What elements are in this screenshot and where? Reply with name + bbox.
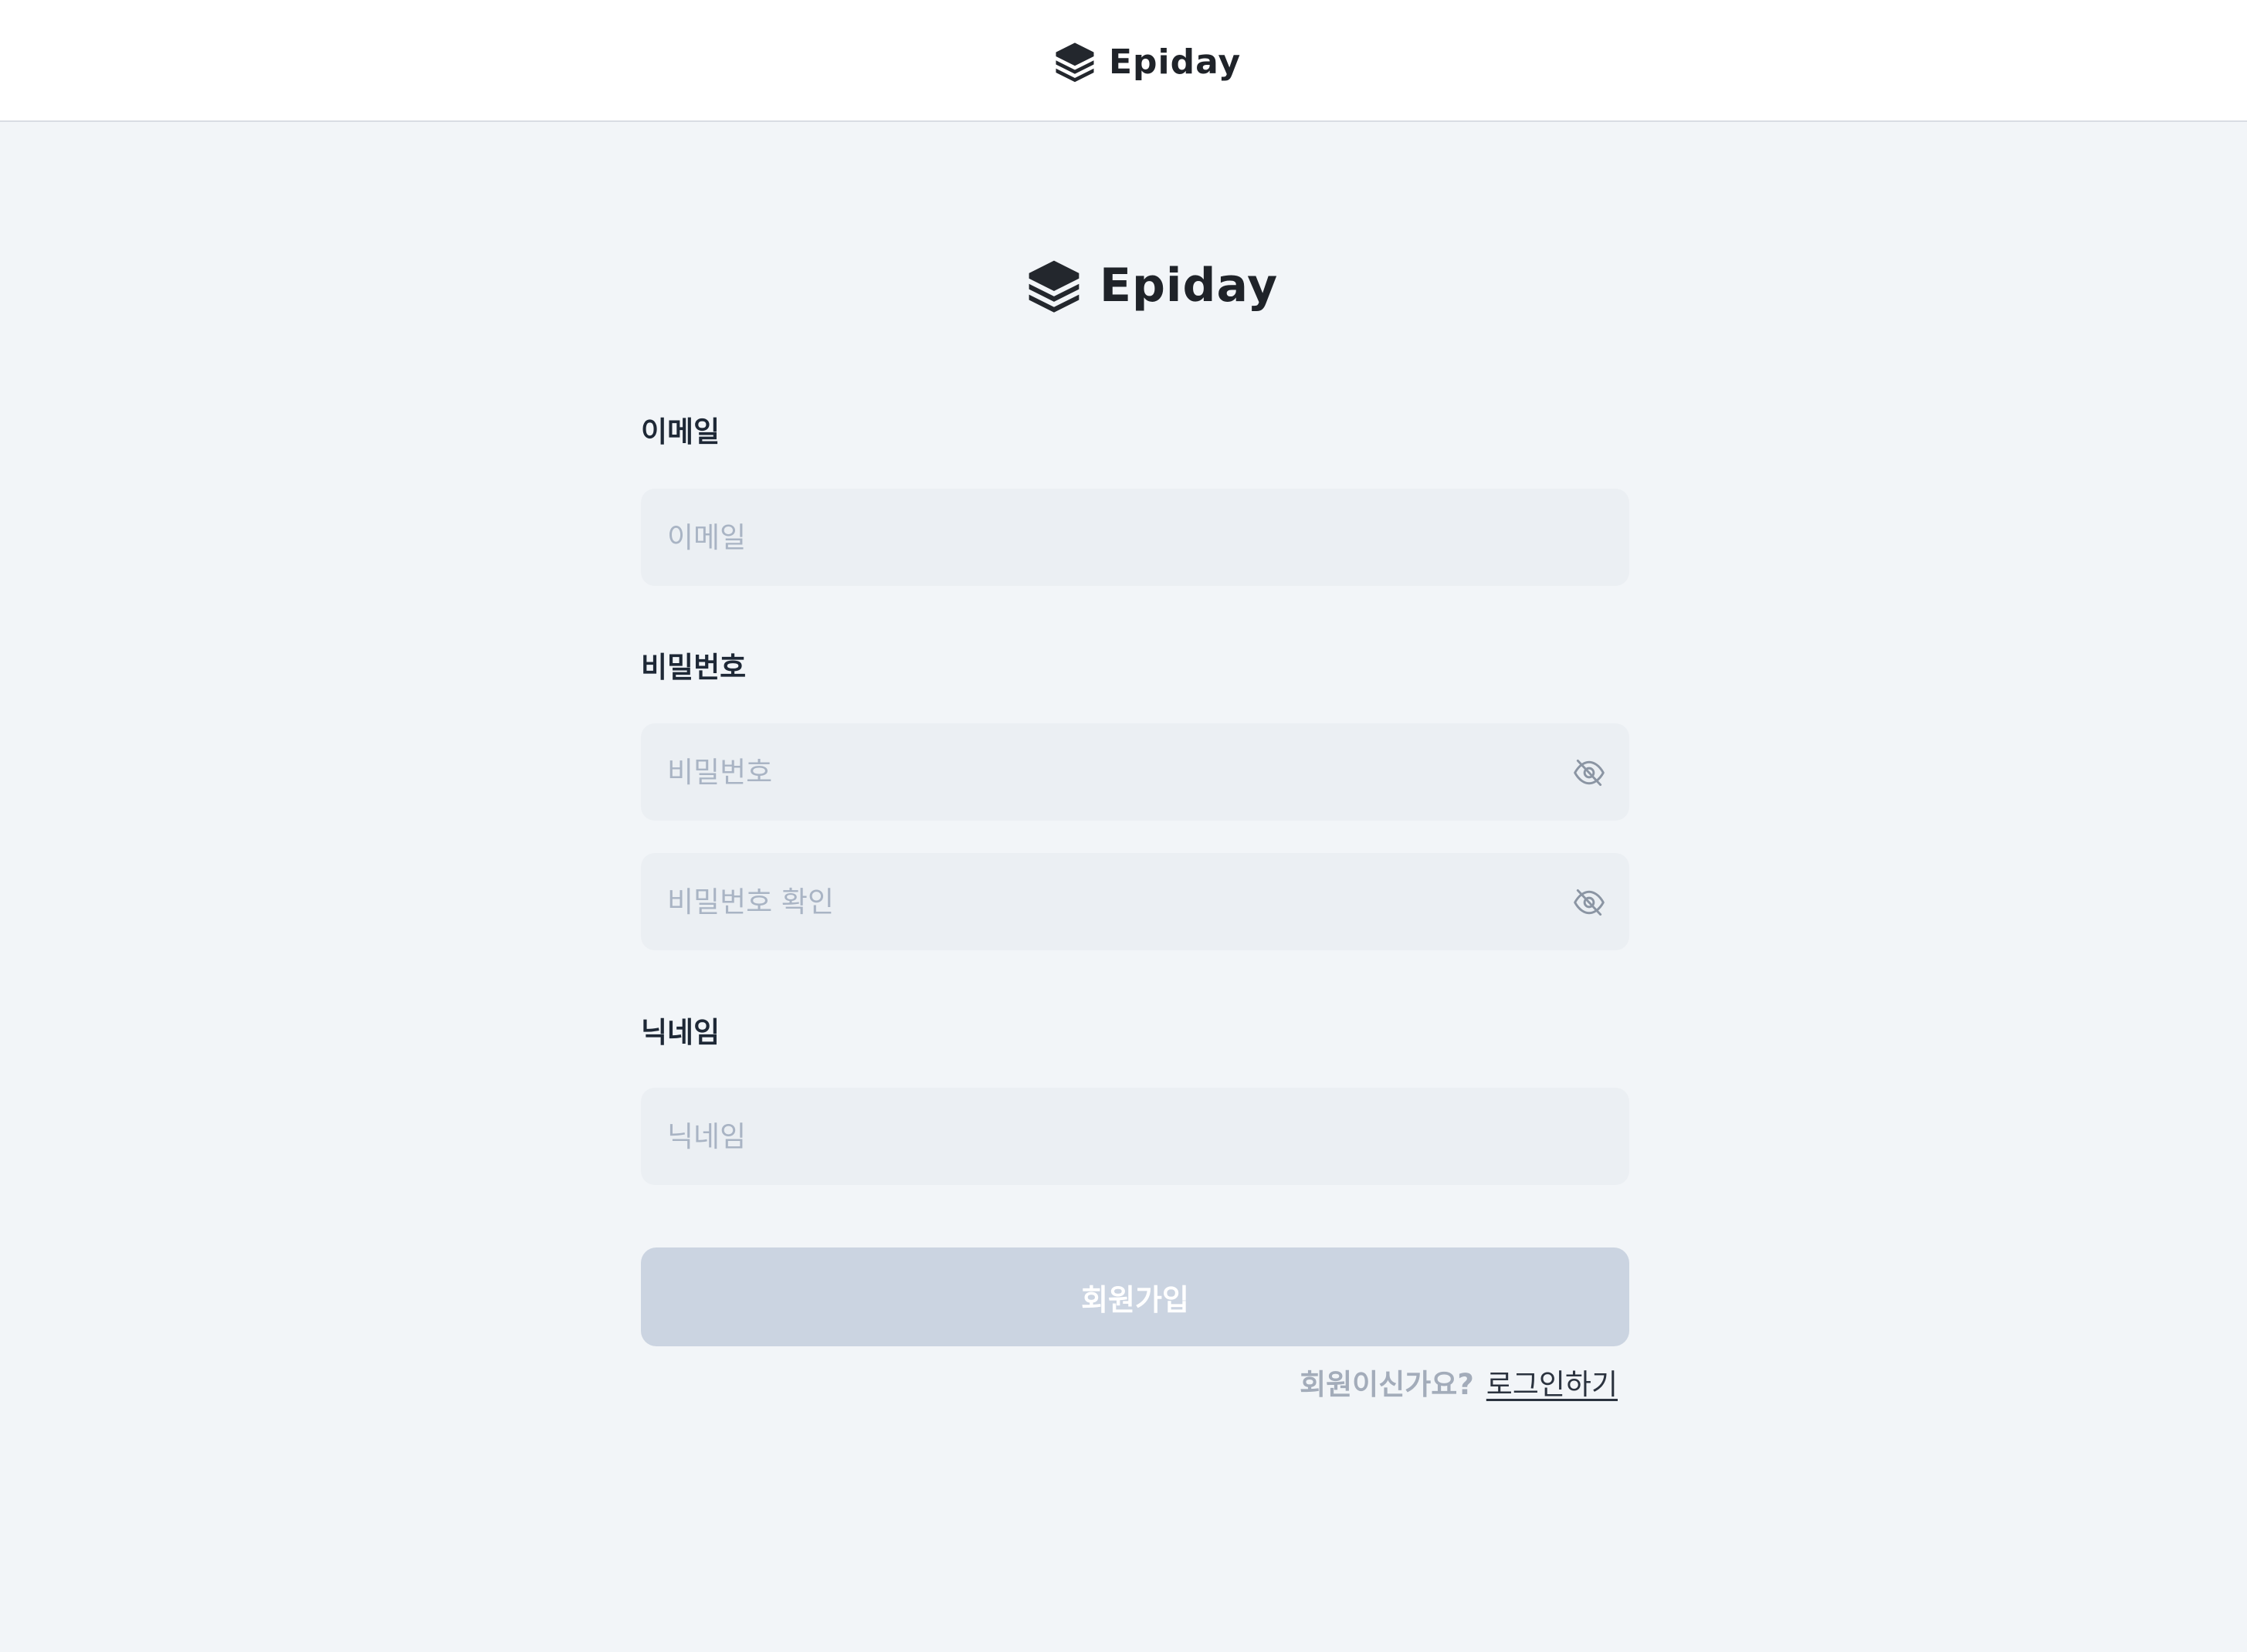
signup-button[interactable]: 회원가입 [641, 1247, 1629, 1346]
login-prompt-row: 회원이신가요? 로그인하기 [1300, 1362, 1618, 1402]
email-input[interactable] [667, 489, 1555, 586]
header-logo[interactable]: Epiday [1053, 39, 1241, 85]
form-logo: Epiday [1025, 255, 1278, 317]
form-brand-name: Epiday [1100, 259, 1279, 313]
email-field-container [641, 489, 1629, 586]
eye-off-icon[interactable] [1572, 885, 1606, 919]
login-prompt-text: 회원이신가요? [1300, 1368, 1474, 1401]
email-label: 이메일 [641, 415, 720, 449]
login-link[interactable]: 로그인하기 [1486, 1361, 1618, 1403]
password-confirm-input[interactable] [667, 853, 1555, 950]
password-field-container [641, 723, 1629, 821]
header-brand-name: Epiday [1109, 42, 1242, 82]
eye-off-icon[interactable] [1572, 756, 1606, 790]
nickname-field-container [641, 1088, 1629, 1185]
password-label: 비밀번호 [641, 651, 747, 684]
stacked-layers-icon [1053, 40, 1096, 83]
nickname-input[interactable] [667, 1088, 1555, 1185]
password-input[interactable] [667, 723, 1555, 821]
password-confirm-field-container [641, 853, 1629, 950]
top-header: Epiday [0, 0, 2247, 122]
nickname-label: 닉네임 [641, 1016, 720, 1049]
stacked-layers-icon [1025, 257, 1083, 314]
